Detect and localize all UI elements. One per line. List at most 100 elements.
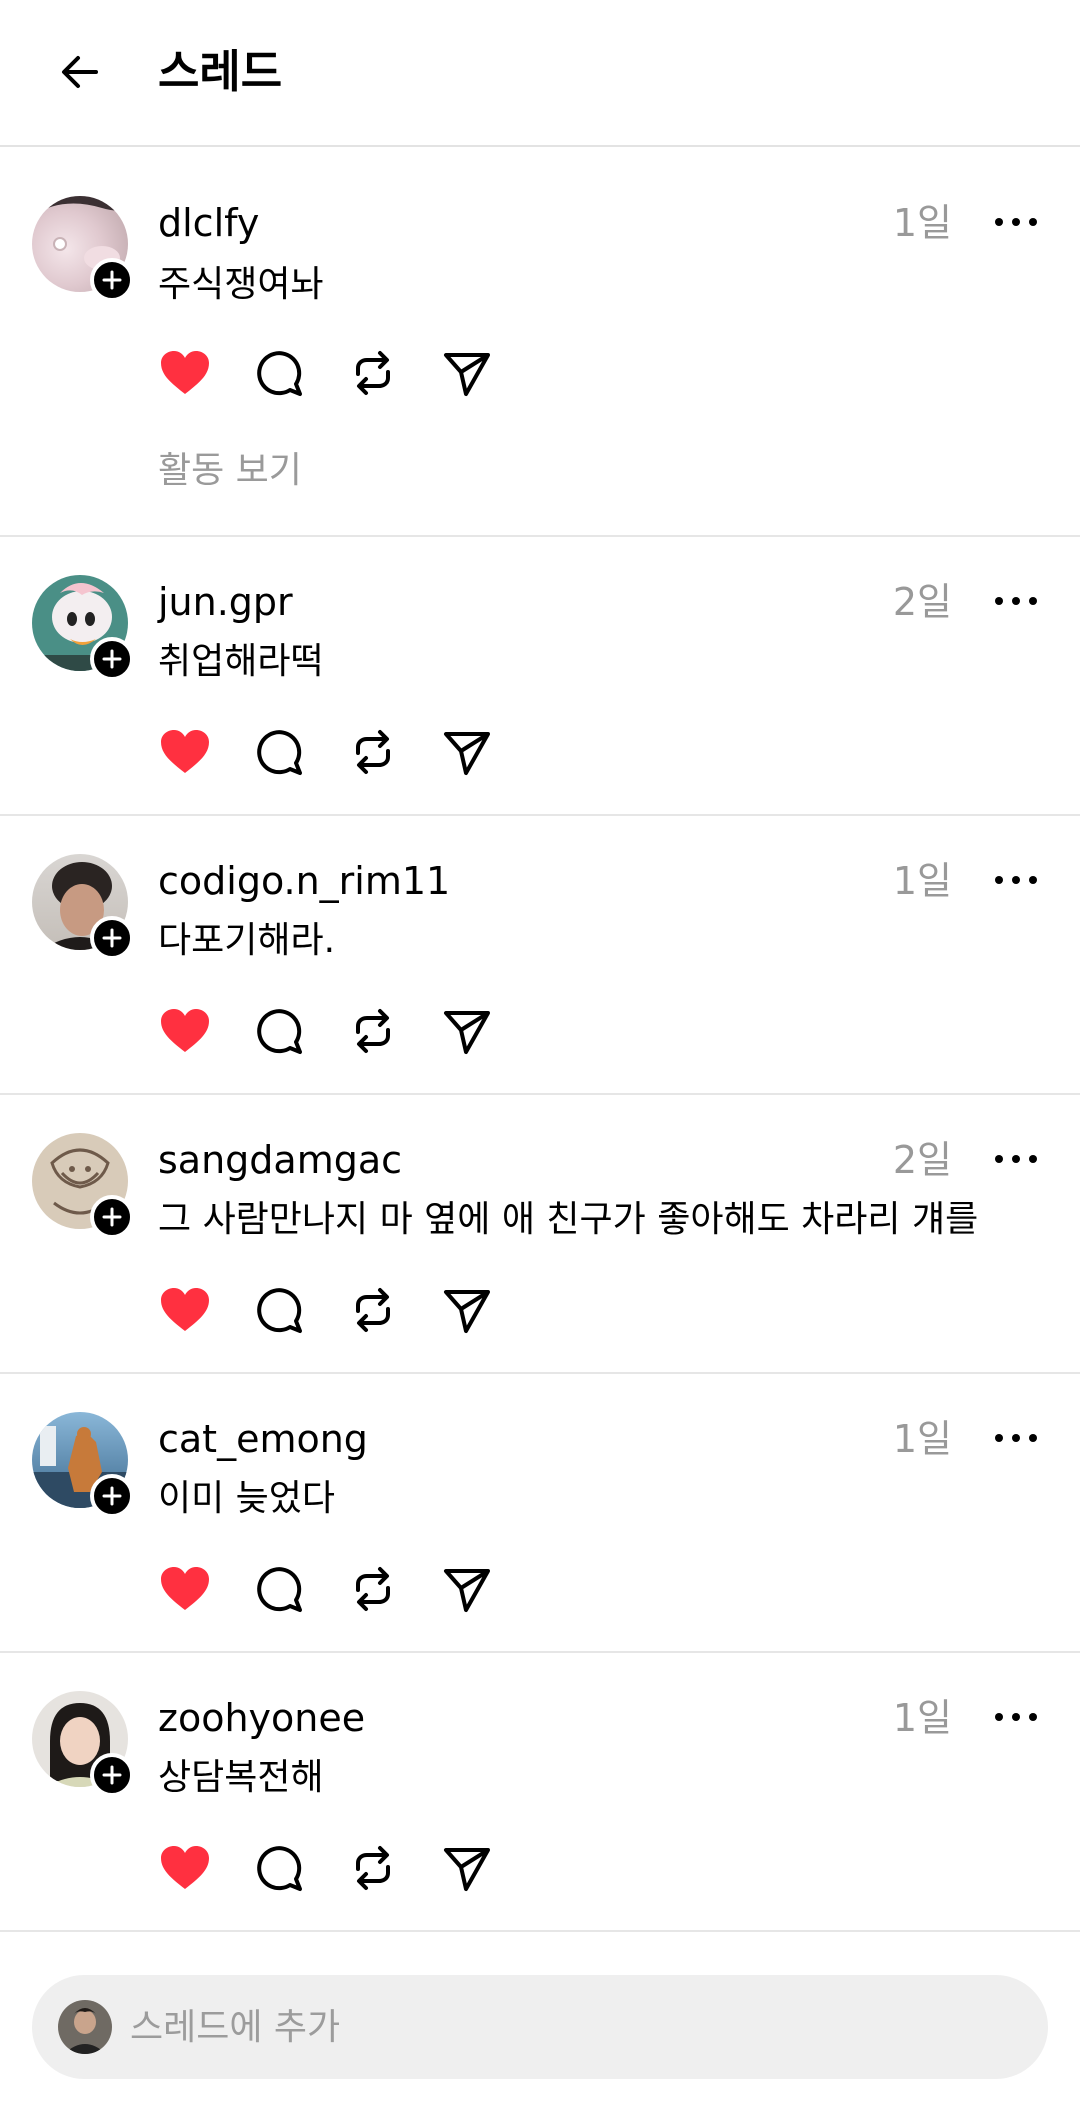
username[interactable]: zoohyonee (158, 1693, 365, 1743)
thread-post: dlclfy 1일 주식쟁여놔 활동 보기 (0, 156, 1080, 537)
more-icon (995, 1713, 1037, 1721)
timestamp: 2일 (892, 580, 952, 624)
like-button[interactable] (158, 1004, 212, 1058)
timestamp: 1일 (892, 1417, 952, 1461)
thread-screen: 스레드 dlclfy 1일 주식쟁여놔 활동 보기 jun.gpr 2일 취업해… (0, 0, 1080, 2115)
repost-icon (356, 1009, 390, 1053)
post-text: 이미 늦었다 (158, 1478, 336, 1519)
username[interactable]: jun.gpr (158, 577, 293, 627)
more-options-button[interactable] (990, 860, 1042, 900)
post-text: 다포기해라. (158, 920, 336, 961)
share-icon (444, 353, 490, 396)
plus-icon (102, 649, 122, 669)
repost-icon (356, 730, 390, 774)
repost-icon (356, 351, 390, 395)
comment-icon (257, 1288, 302, 1333)
heart-icon (161, 351, 209, 394)
timestamp: 2일 (892, 1138, 952, 1182)
repost-button[interactable] (346, 1004, 400, 1058)
like-button[interactable] (158, 1283, 212, 1337)
share-icon (444, 1290, 490, 1333)
thread-post: sangdamgac 2일 그 사람만나지 마 옆에 애 친구가 좋아해도 차라… (0, 1095, 1080, 1374)
heart-icon (161, 730, 209, 773)
plus-icon (102, 928, 122, 948)
share-icon (444, 1011, 490, 1054)
more-icon (995, 1155, 1037, 1163)
page-title: 스레드 (158, 45, 283, 98)
comment-icon (257, 1567, 302, 1612)
post-text: 주식쟁여놔 (158, 264, 324, 305)
thread-post: jun.gpr 2일 취업해라떡 (0, 537, 1080, 816)
more-options-button[interactable] (990, 202, 1042, 242)
comment-icon (257, 351, 302, 396)
share-button[interactable] (440, 1562, 494, 1616)
timestamp: 1일 (892, 1696, 952, 1740)
comment-button[interactable] (252, 346, 306, 400)
more-icon (995, 218, 1037, 226)
username[interactable]: codigo.n_rim11 (158, 856, 450, 906)
like-button[interactable] (158, 1562, 212, 1616)
plus-icon (102, 1486, 122, 1506)
follow-button[interactable] (90, 637, 134, 681)
more-icon (995, 876, 1037, 884)
share-icon (444, 732, 490, 775)
back-button[interactable] (44, 36, 116, 108)
more-options-button[interactable] (990, 581, 1042, 621)
more-icon (995, 1434, 1037, 1442)
follow-button[interactable] (90, 258, 134, 302)
repost-button[interactable] (346, 1841, 400, 1895)
repost-icon (356, 1846, 390, 1890)
comment-button[interactable] (252, 725, 306, 779)
back-arrow-icon (62, 56, 98, 88)
plus-icon (102, 270, 122, 290)
repost-button[interactable] (346, 346, 400, 400)
repost-button[interactable] (346, 725, 400, 779)
heart-icon (161, 1567, 209, 1610)
follow-button[interactable] (90, 1195, 134, 1239)
heart-icon (161, 1288, 209, 1331)
timestamp: 1일 (892, 859, 952, 903)
top-bar: 스레드 (0, 0, 1080, 147)
comment-button[interactable] (252, 1283, 306, 1337)
more-options-button[interactable] (990, 1139, 1042, 1179)
share-button[interactable] (440, 1283, 494, 1337)
username[interactable]: cat_emong (158, 1414, 368, 1464)
share-button[interactable] (440, 725, 494, 779)
thread-post: codigo.n_rim11 1일 다포기해라. (0, 816, 1080, 1095)
like-button[interactable] (158, 725, 212, 779)
like-button[interactable] (158, 346, 212, 400)
repost-icon (356, 1567, 390, 1611)
comment-button[interactable] (252, 1562, 306, 1616)
username[interactable]: sangdamgac (158, 1135, 402, 1185)
share-icon (444, 1848, 490, 1891)
repost-button[interactable] (346, 1283, 400, 1337)
thread-post: zoohyonee 1일 상담복전해 (0, 1653, 1080, 1932)
follow-button[interactable] (90, 1474, 134, 1518)
more-options-button[interactable] (990, 1697, 1042, 1737)
post-text: 취업해라떡 (158, 641, 324, 682)
share-button[interactable] (440, 346, 494, 400)
post-text: 그 사람만나지 마 옆에 애 친구가 좋아해도 차라리 걔를 (158, 1199, 979, 1240)
plus-icon (102, 1207, 122, 1227)
more-icon (995, 597, 1037, 605)
comment-icon (257, 730, 302, 775)
more-options-button[interactable] (990, 1418, 1042, 1458)
follow-button[interactable] (90, 916, 134, 960)
post-text: 상담복전해 (158, 1757, 324, 1798)
share-icon (444, 1569, 490, 1612)
username[interactable]: dlclfy (158, 198, 259, 248)
view-activity-link[interactable]: 활동 보기 (158, 446, 302, 496)
share-button[interactable] (440, 1004, 494, 1058)
comment-button[interactable] (252, 1841, 306, 1895)
timestamp: 1일 (892, 201, 952, 245)
reply-input[interactable] (130, 1995, 1010, 2059)
repost-button[interactable] (346, 1562, 400, 1616)
follow-button[interactable] (90, 1753, 134, 1797)
reply-composer[interactable] (32, 1975, 1048, 2079)
share-button[interactable] (440, 1841, 494, 1895)
thread-post: cat_emong 1일 이미 늦었다 (0, 1374, 1080, 1653)
heart-icon (161, 1846, 209, 1889)
comment-icon (257, 1846, 302, 1891)
comment-button[interactable] (252, 1004, 306, 1058)
like-button[interactable] (158, 1841, 212, 1895)
